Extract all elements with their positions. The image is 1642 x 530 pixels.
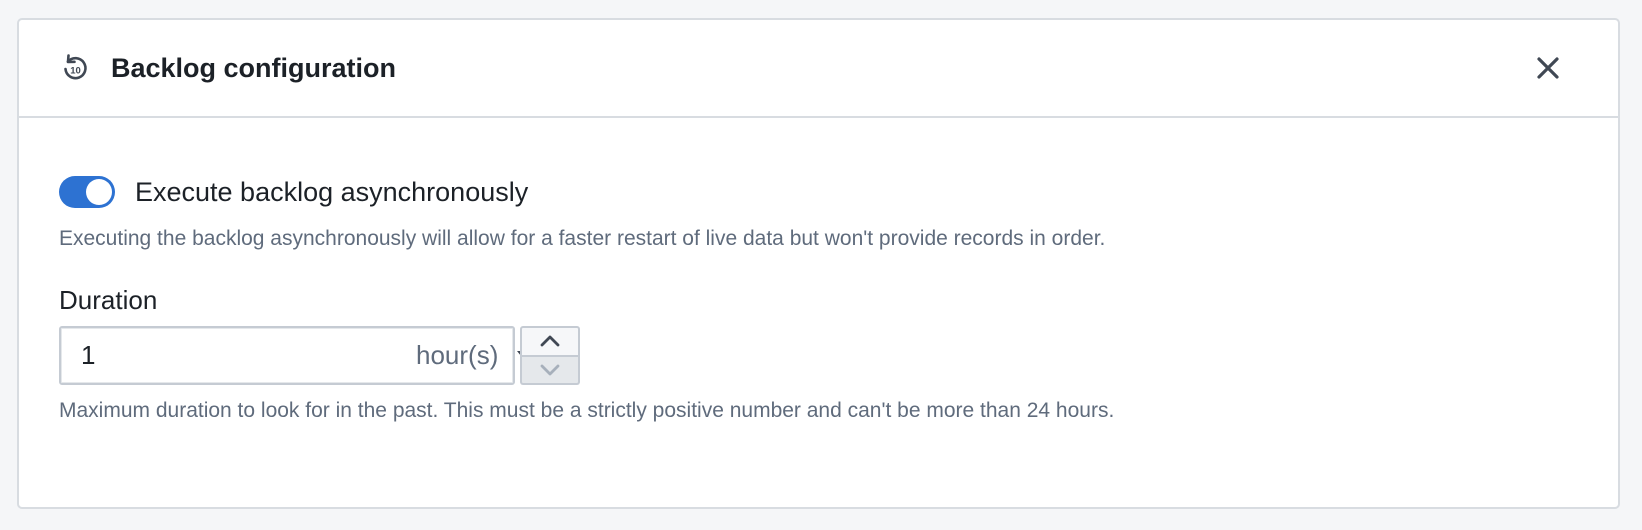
duration-label: Duration (59, 285, 158, 315)
duration-unit-select[interactable]: hour(s) (416, 340, 534, 371)
async-toggle-label[interactable]: Execute backlog asynchronously (135, 177, 528, 208)
panel-title: Backlog configuration (111, 52, 397, 83)
close-button[interactable] (1530, 50, 1566, 86)
panel-body: Execute backlog asynchronously Executing… (19, 118, 1618, 423)
panel-header: 10 Backlog configuration (19, 20, 1618, 118)
async-toggle-row: Execute backlog asynchronously (59, 175, 1618, 209)
chevron-up-icon (540, 335, 560, 347)
duration-unit-value: hour(s) (416, 340, 499, 370)
duration-value-input[interactable] (81, 340, 416, 371)
svg-text:10: 10 (70, 66, 81, 77)
duration-row: hour(s) (59, 326, 1618, 385)
increment-button[interactable] (520, 326, 580, 357)
backlog-configuration-panel: 10 Backlog configuration Execute backlog… (17, 18, 1620, 509)
async-toggle-switch[interactable] (59, 176, 115, 208)
duration-help-text: Maximum duration to look for in the past… (59, 399, 1115, 422)
chevron-down-icon (540, 364, 560, 376)
replay-10-icon: 10 (59, 52, 91, 84)
toggle-knob (86, 179, 112, 205)
duration-stepper (520, 326, 580, 385)
close-icon (1537, 57, 1559, 79)
duration-input-group: hour(s) (59, 326, 534, 385)
decrement-button[interactable] (520, 356, 580, 385)
async-help-text: Executing the backlog asynchronously wil… (59, 227, 1106, 250)
